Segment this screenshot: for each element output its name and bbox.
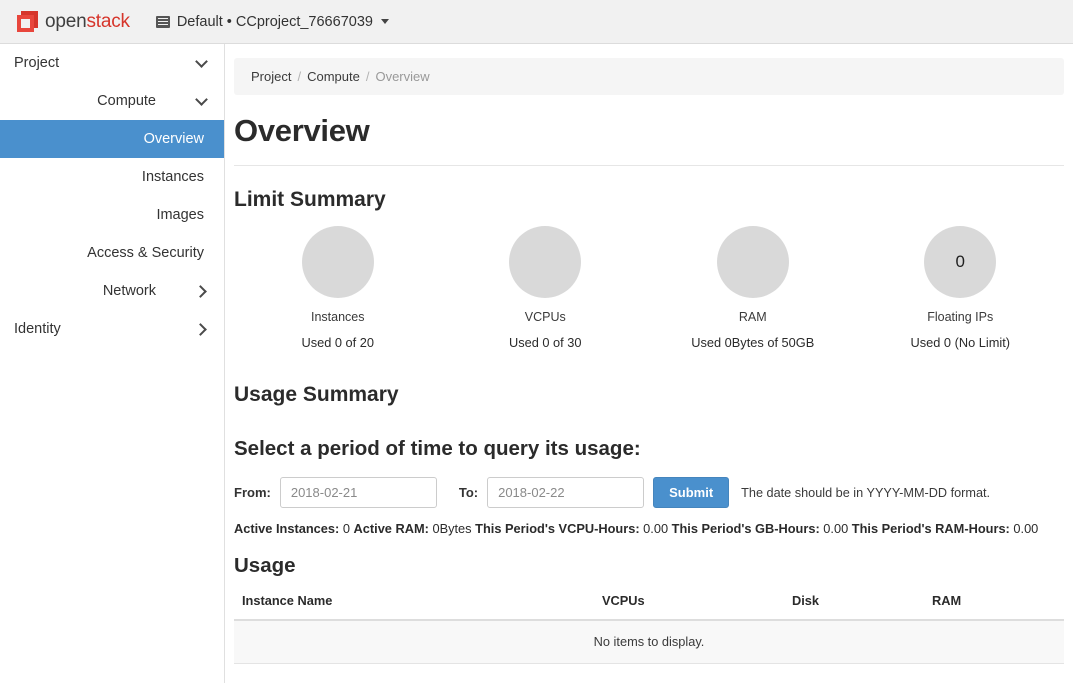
stat-label: This Period's GB-Hours: xyxy=(671,521,820,536)
sidebar-item-label: Compute xyxy=(97,93,156,109)
usage-summary-heading: Usage Summary xyxy=(234,383,399,406)
donut-usage-text: Used 0 of 20 xyxy=(301,335,375,350)
stat-label: This Period's VCPU-Hours: xyxy=(475,521,640,536)
chevron-down-icon xyxy=(196,57,208,69)
column-header-vcpus: VCPUs xyxy=(594,589,784,621)
from-date-input[interactable] xyxy=(279,477,437,508)
breadcrumb: Project / Compute / Overview xyxy=(234,58,1064,95)
to-date-input[interactable] xyxy=(487,477,645,508)
limit-summary-heading: Limit Summary xyxy=(234,188,386,211)
stat-value: 0.00 xyxy=(643,521,669,536)
stat-value: 0Bytes xyxy=(432,521,472,536)
th-list-icon xyxy=(155,15,170,28)
stat-value: 0 xyxy=(342,521,350,536)
column-header-disk: Disk xyxy=(784,589,924,621)
breadcrumb-item-overview: Overview xyxy=(375,69,430,84)
donut-center-value: 0 xyxy=(955,252,965,271)
from-label: From: xyxy=(234,485,271,500)
date-format-hint: The date should be in YYYY-MM-DD format. xyxy=(741,485,991,500)
donut-chart xyxy=(509,226,582,298)
breadcrumb-item-compute[interactable]: Compute xyxy=(307,69,360,84)
sidebar-item-compute[interactable]: Compute xyxy=(0,82,224,120)
logo-wordmark: openstack xyxy=(45,11,130,33)
title-divider xyxy=(234,165,1064,166)
limit-summary-charts: Instances Used 0 of 20 VCPUs Used 0 of 30 RA… xyxy=(234,226,1064,350)
limit-chart-floating-ips: 0 Floating IPs Used 0 (No Limit) xyxy=(857,226,1065,350)
chevron-right-icon xyxy=(196,285,208,297)
usage-table-heading: Usage xyxy=(234,554,296,577)
submit-button[interactable]: Submit xyxy=(653,477,730,508)
chevron-right-icon xyxy=(196,323,208,335)
select-period-heading: Select a period of time to query its usa… xyxy=(234,437,641,460)
usage-table-header-row: Instance Name VCPUs Disk RAM xyxy=(234,589,1064,621)
usage-statistics-line: Active Instances: 0 Active RAM: 0Bytes T… xyxy=(234,521,1073,536)
to-label: To: xyxy=(458,485,479,500)
usage-query-form: From: To: Submit The date should be in Y… xyxy=(234,477,1073,508)
stat-value: 0.00 xyxy=(1013,521,1039,536)
table-empty-row: No items to display. xyxy=(234,620,1064,664)
breadcrumb-separator: / xyxy=(365,69,370,84)
openstack-logo[interactable]: openstack xyxy=(17,11,130,33)
sidebar-item-project[interactable]: Project xyxy=(0,44,224,82)
openstack-cube-icon xyxy=(17,11,38,32)
donut-label: Instances xyxy=(310,310,365,324)
caret-down-icon xyxy=(380,19,389,24)
sidebar-item-instances[interactable]: Instances xyxy=(0,158,224,196)
donut-label: Floating IPs xyxy=(927,310,994,324)
limit-chart-ram: RAM Used 0Bytes of 50GB xyxy=(649,226,857,350)
chevron-down-icon xyxy=(196,95,208,107)
usage-table-head: Instance Name VCPUs Disk RAM xyxy=(234,589,1064,621)
project-switcher-dropdown[interactable]: Default • CCproject_76667039 xyxy=(155,13,389,30)
sidebar-item-label: Identity xyxy=(14,321,61,337)
sidebar-item-network[interactable]: Network xyxy=(0,272,224,310)
logo-text-stack: stack xyxy=(86,10,130,32)
sidebar-item-label: Access & Security xyxy=(87,245,204,261)
sidebar-navigation: Project Compute Overview Instances Images Acc… xyxy=(0,44,225,683)
column-header-instance-name: Instance Name xyxy=(234,589,594,621)
donut-label: VCPUs xyxy=(524,310,566,324)
sidebar-item-label: Network xyxy=(102,283,156,299)
sidebar-item-images[interactable]: Images xyxy=(0,196,224,234)
donut-usage-text: Used 0Bytes of 50GB xyxy=(691,335,815,350)
donut-chart: 0 xyxy=(924,226,997,298)
stat-label: Active RAM: xyxy=(353,521,429,536)
logo-text-open: open xyxy=(45,10,87,32)
donut-chart xyxy=(716,226,789,298)
main-content: Project / Compute / Overview Overview Limit … xyxy=(226,44,1073,683)
sidebar-item-label: Overview xyxy=(143,131,204,147)
usage-table: Instance Name VCPUs Disk RAM No items to di… xyxy=(234,589,1064,664)
breadcrumb-item-project[interactable]: Project xyxy=(251,69,291,84)
sidebar-item-identity[interactable]: Identity xyxy=(0,310,224,348)
sidebar-item-overview[interactable]: Overview xyxy=(0,120,224,158)
stat-label: Active Instances: xyxy=(234,521,340,536)
breadcrumb-separator: / xyxy=(297,69,302,84)
usage-table-body: No items to display. xyxy=(234,620,1064,664)
page-title: Overview xyxy=(234,113,370,148)
sidebar-item-label: Project xyxy=(14,55,60,71)
limit-chart-instances: Instances Used 0 of 20 xyxy=(234,226,442,350)
donut-usage-text: Used 0 (No Limit) xyxy=(910,335,1011,350)
limit-chart-vcpus: VCPUs Used 0 of 30 xyxy=(442,226,650,350)
top-navigation-bar: openstack Default • CCproject_76667039 xyxy=(0,0,1073,44)
column-header-ram: RAM xyxy=(924,589,1064,621)
donut-usage-text: Used 0 of 30 xyxy=(508,335,582,350)
sidebar-item-label: Images xyxy=(156,207,204,223)
donut-chart xyxy=(301,226,374,298)
stat-value: 0.00 xyxy=(823,521,849,536)
sidebar-item-label: Instances xyxy=(141,169,204,185)
project-switcher-label: Default • CCproject_76667039 xyxy=(176,13,373,30)
donut-label: RAM xyxy=(738,310,767,324)
empty-message: No items to display. xyxy=(234,620,1064,664)
sidebar-item-access-security[interactable]: Access & Security xyxy=(0,234,224,272)
stat-label: This Period's RAM-Hours: xyxy=(851,521,1010,536)
